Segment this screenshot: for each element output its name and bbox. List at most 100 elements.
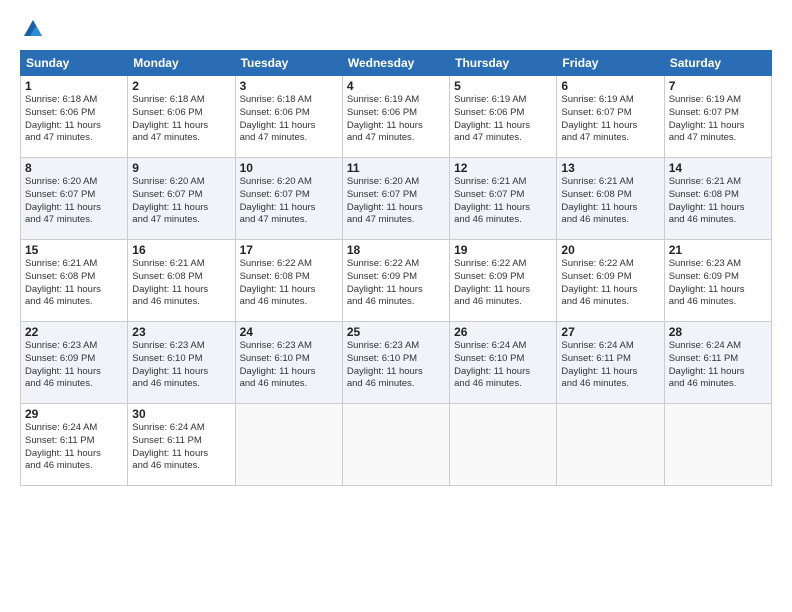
calendar-day-header: Sunday <box>21 51 128 76</box>
day-info: Sunrise: 6:20 AMSunset: 6:07 PMDaylight:… <box>240 176 338 227</box>
day-info: Sunrise: 6:18 AMSunset: 6:06 PMDaylight:… <box>25 94 123 145</box>
day-number: 28 <box>669 325 767 339</box>
day-number: 23 <box>132 325 230 339</box>
calendar-day-header: Wednesday <box>342 51 449 76</box>
day-info: Sunrise: 6:23 AMSunset: 6:10 PMDaylight:… <box>240 340 338 391</box>
day-info: Sunrise: 6:20 AMSunset: 6:07 PMDaylight:… <box>132 176 230 227</box>
day-info: Sunrise: 6:19 AMSunset: 6:07 PMDaylight:… <box>669 94 767 145</box>
day-info: Sunrise: 6:23 AMSunset: 6:10 PMDaylight:… <box>132 340 230 391</box>
calendar-cell: 10Sunrise: 6:20 AMSunset: 6:07 PMDayligh… <box>235 158 342 240</box>
calendar-cell: 29Sunrise: 6:24 AMSunset: 6:11 PMDayligh… <box>21 404 128 486</box>
calendar-week-row: 1Sunrise: 6:18 AMSunset: 6:06 PMDaylight… <box>21 76 772 158</box>
day-info: Sunrise: 6:18 AMSunset: 6:06 PMDaylight:… <box>132 94 230 145</box>
calendar-cell: 12Sunrise: 6:21 AMSunset: 6:07 PMDayligh… <box>450 158 557 240</box>
day-number: 16 <box>132 243 230 257</box>
calendar-cell <box>342 404 449 486</box>
day-info: Sunrise: 6:21 AMSunset: 6:07 PMDaylight:… <box>454 176 552 227</box>
day-number: 26 <box>454 325 552 339</box>
day-info: Sunrise: 6:22 AMSunset: 6:08 PMDaylight:… <box>240 258 338 309</box>
calendar-cell: 11Sunrise: 6:20 AMSunset: 6:07 PMDayligh… <box>342 158 449 240</box>
day-info: Sunrise: 6:20 AMSunset: 6:07 PMDaylight:… <box>347 176 445 227</box>
calendar-cell: 16Sunrise: 6:21 AMSunset: 6:08 PMDayligh… <box>128 240 235 322</box>
calendar-cell: 30Sunrise: 6:24 AMSunset: 6:11 PMDayligh… <box>128 404 235 486</box>
calendar-day-header: Monday <box>128 51 235 76</box>
calendar-cell: 23Sunrise: 6:23 AMSunset: 6:10 PMDayligh… <box>128 322 235 404</box>
day-info: Sunrise: 6:24 AMSunset: 6:11 PMDaylight:… <box>669 340 767 391</box>
calendar-cell <box>235 404 342 486</box>
calendar-cell: 27Sunrise: 6:24 AMSunset: 6:11 PMDayligh… <box>557 322 664 404</box>
day-info: Sunrise: 6:22 AMSunset: 6:09 PMDaylight:… <box>454 258 552 309</box>
page: SundayMondayTuesdayWednesdayThursdayFrid… <box>0 0 792 612</box>
calendar-cell: 4Sunrise: 6:19 AMSunset: 6:06 PMDaylight… <box>342 76 449 158</box>
calendar-cell: 17Sunrise: 6:22 AMSunset: 6:08 PMDayligh… <box>235 240 342 322</box>
calendar-cell: 24Sunrise: 6:23 AMSunset: 6:10 PMDayligh… <box>235 322 342 404</box>
day-info: Sunrise: 6:23 AMSunset: 6:09 PMDaylight:… <box>25 340 123 391</box>
calendar-cell: 15Sunrise: 6:21 AMSunset: 6:08 PMDayligh… <box>21 240 128 322</box>
day-info: Sunrise: 6:22 AMSunset: 6:09 PMDaylight:… <box>347 258 445 309</box>
day-info: Sunrise: 6:22 AMSunset: 6:09 PMDaylight:… <box>561 258 659 309</box>
calendar-cell: 5Sunrise: 6:19 AMSunset: 6:06 PMDaylight… <box>450 76 557 158</box>
calendar-cell: 18Sunrise: 6:22 AMSunset: 6:09 PMDayligh… <box>342 240 449 322</box>
calendar-cell <box>557 404 664 486</box>
calendar-cell <box>450 404 557 486</box>
calendar-cell: 22Sunrise: 6:23 AMSunset: 6:09 PMDayligh… <box>21 322 128 404</box>
day-number: 21 <box>669 243 767 257</box>
calendar-cell: 2Sunrise: 6:18 AMSunset: 6:06 PMDaylight… <box>128 76 235 158</box>
calendar-cell: 9Sunrise: 6:20 AMSunset: 6:07 PMDaylight… <box>128 158 235 240</box>
calendar-cell: 25Sunrise: 6:23 AMSunset: 6:10 PMDayligh… <box>342 322 449 404</box>
day-info: Sunrise: 6:18 AMSunset: 6:06 PMDaylight:… <box>240 94 338 145</box>
calendar-day-header: Tuesday <box>235 51 342 76</box>
day-info: Sunrise: 6:24 AMSunset: 6:11 PMDaylight:… <box>132 422 230 473</box>
day-info: Sunrise: 6:24 AMSunset: 6:11 PMDaylight:… <box>25 422 123 473</box>
day-number: 12 <box>454 161 552 175</box>
header <box>20 18 772 40</box>
day-number: 8 <box>25 161 123 175</box>
day-number: 20 <box>561 243 659 257</box>
calendar-week-row: 8 Sunrise: 6:20 AMSunset: 6:07 PMDaylight… <box>21 158 772 240</box>
logo-icon <box>22 18 44 40</box>
day-number: 24 <box>240 325 338 339</box>
calendar-cell: 1Sunrise: 6:18 AMSunset: 6:06 PMDaylight… <box>21 76 128 158</box>
day-number: 17 <box>240 243 338 257</box>
calendar-table: SundayMondayTuesdayWednesdayThursdayFrid… <box>20 50 772 486</box>
day-info: Sunrise: 6:23 AMSunset: 6:10 PMDaylight:… <box>347 340 445 391</box>
calendar-cell: 8Sunrise: 6:20 AMSunset: 6:07 PMDaylight… <box>21 158 128 240</box>
day-number: 18 <box>347 243 445 257</box>
calendar-cell: 28Sunrise: 6:24 AMSunset: 6:11 PMDayligh… <box>664 322 771 404</box>
calendar-day-header: Thursday <box>450 51 557 76</box>
day-info: Sunrise: 6:21 AMSunset: 6:08 PMDaylight:… <box>25 258 123 309</box>
day-number: 15 <box>25 243 123 257</box>
day-number: 2 <box>132 79 230 93</box>
day-info: Sunrise: 6:23 AMSunset: 6:09 PMDaylight:… <box>669 258 767 309</box>
calendar-day-header: Saturday <box>664 51 771 76</box>
day-number: 11 <box>347 161 445 175</box>
day-info: Sunrise: 6:24 AMSunset: 6:11 PMDaylight:… <box>561 340 659 391</box>
day-number: 1 <box>25 79 123 93</box>
calendar-week-row: 29Sunrise: 6:24 AMSunset: 6:11 PMDayligh… <box>21 404 772 486</box>
calendar-week-row: 22Sunrise: 6:23 AMSunset: 6:09 PMDayligh… <box>21 322 772 404</box>
day-number: 5 <box>454 79 552 93</box>
day-info: Sunrise: 6:19 AMSunset: 6:06 PMDaylight:… <box>454 94 552 145</box>
day-number: 22 <box>25 325 123 339</box>
calendar-cell: 20Sunrise: 6:22 AMSunset: 6:09 PMDayligh… <box>557 240 664 322</box>
day-number: 6 <box>561 79 659 93</box>
calendar-cell: 3Sunrise: 6:18 AMSunset: 6:06 PMDaylight… <box>235 76 342 158</box>
day-number: 27 <box>561 325 659 339</box>
calendar-cell: 6Sunrise: 6:19 AMSunset: 6:07 PMDaylight… <box>557 76 664 158</box>
day-number: 3 <box>240 79 338 93</box>
calendar-cell: 13Sunrise: 6:21 AMSunset: 6:08 PMDayligh… <box>557 158 664 240</box>
calendar-week-row: 15Sunrise: 6:21 AMSunset: 6:08 PMDayligh… <box>21 240 772 322</box>
day-number: 13 <box>561 161 659 175</box>
calendar-cell: 19Sunrise: 6:22 AMSunset: 6:09 PMDayligh… <box>450 240 557 322</box>
calendar-cell: 14Sunrise: 6:21 AMSunset: 6:08 PMDayligh… <box>664 158 771 240</box>
day-info: Sunrise: 6:21 AMSunset: 6:08 PMDaylight:… <box>669 176 767 227</box>
calendar-day-header: Friday <box>557 51 664 76</box>
day-number: 4 <box>347 79 445 93</box>
day-number: 19 <box>454 243 552 257</box>
day-number: 30 <box>132 407 230 421</box>
day-info: Sunrise: 6:21 AMSunset: 6:08 PMDaylight:… <box>561 176 659 227</box>
day-info: Sunrise: 6:19 AMSunset: 6:06 PMDaylight:… <box>347 94 445 145</box>
day-number: 10 <box>240 161 338 175</box>
day-number: 7 <box>669 79 767 93</box>
calendar-header-row: SundayMondayTuesdayWednesdayThursdayFrid… <box>21 51 772 76</box>
